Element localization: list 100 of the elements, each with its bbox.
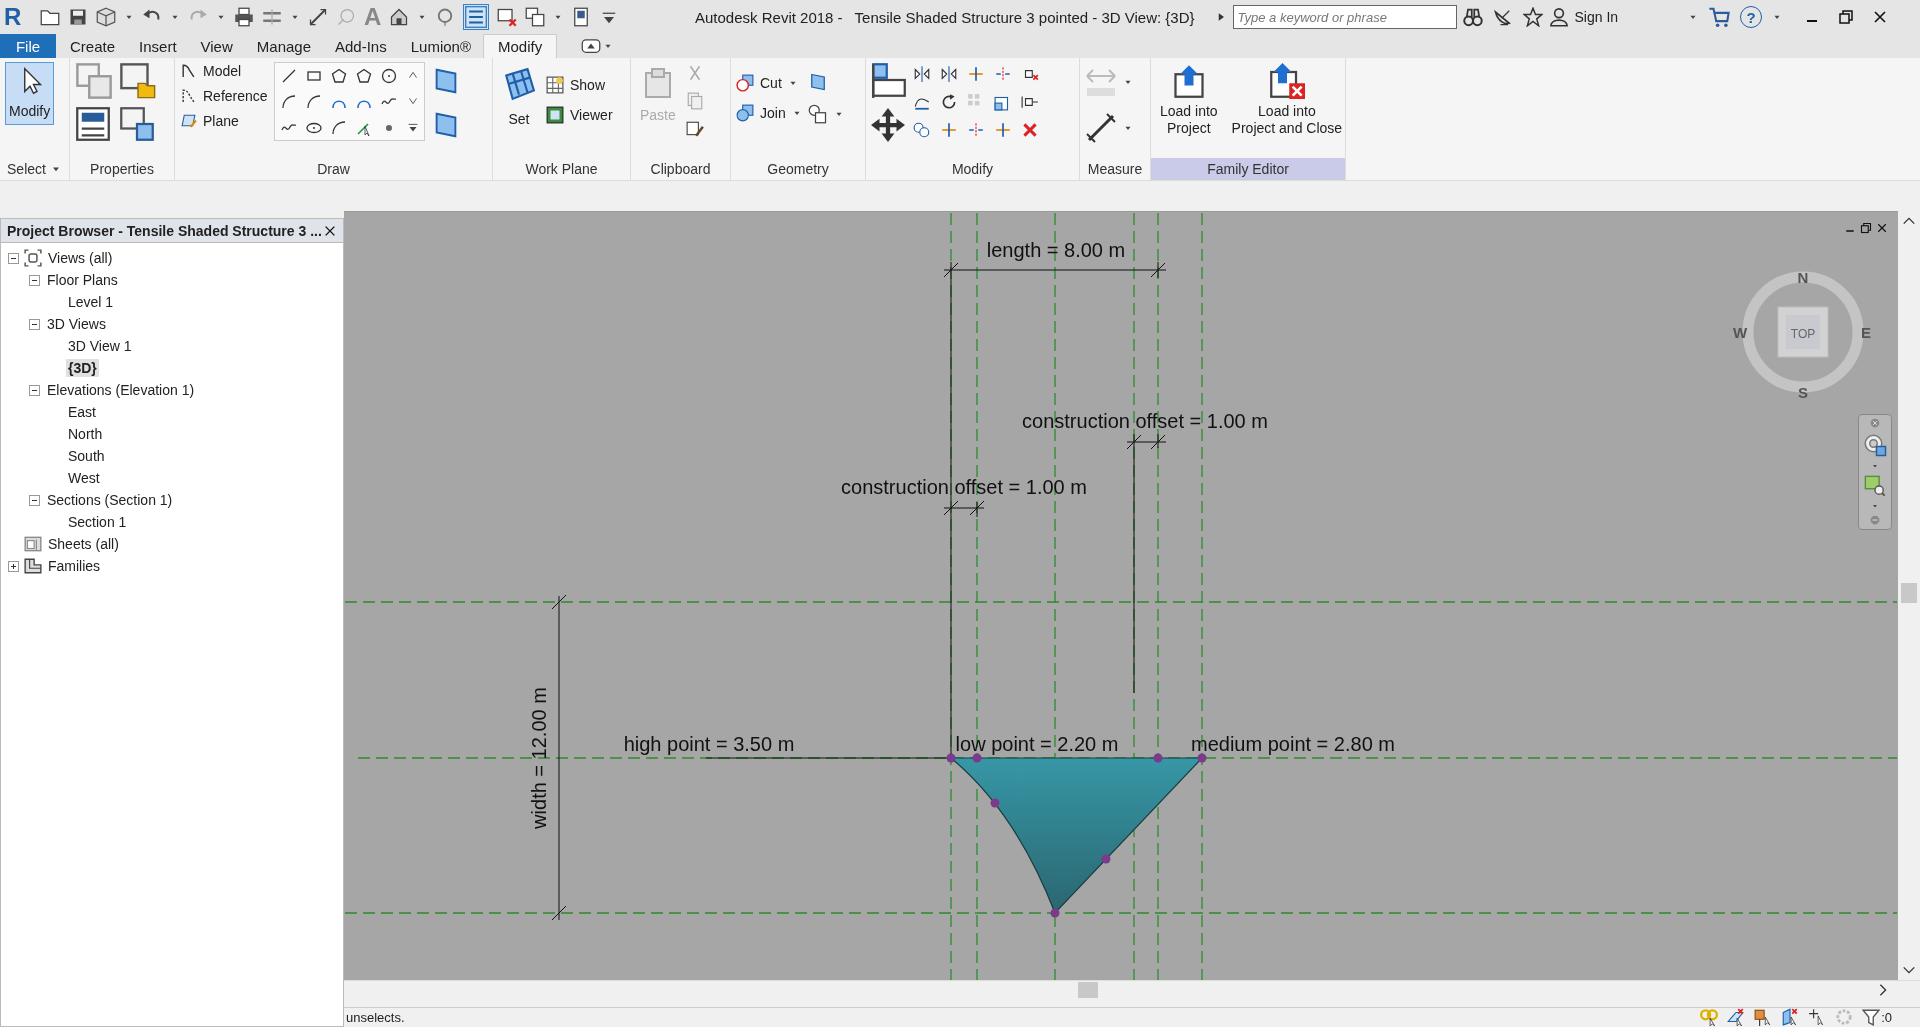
collapse-icon[interactable]: [28, 493, 41, 507]
circle-icon[interactable]: [380, 68, 397, 84]
workplane-button[interactable]: Viewer: [546, 106, 613, 124]
control-point[interactable]: [946, 753, 956, 763]
split-face-icon[interactable]: [807, 104, 828, 124]
switch-windows-icon[interactable]: [525, 7, 546, 27]
thin-lines-icon[interactable]: [463, 4, 490, 30]
select-underlay-icon[interactable]: [1727, 1008, 1746, 1027]
pick-line-icon[interactable]: [355, 120, 372, 136]
pentagon-icon[interactable]: [330, 68, 347, 84]
collapse-icon[interactable]: [28, 383, 41, 397]
move-icon[interactable]: [871, 108, 905, 142]
drawing-canvas[interactable]: length = 8.00 m construction offset = 1.00 m construction offset = 1.00 m width = 12.00 m high point = 3.50 m low point = 2.20 m medium point = 2.80 m N W TOP E S: [344, 211, 1898, 980]
caret-icon[interactable]: [1871, 462, 1879, 470]
tree-item[interactable]: Floor Plans: [45, 271, 120, 289]
delete-icon[interactable]: [1021, 121, 1039, 139]
workplane-button[interactable]: Show: [546, 76, 613, 94]
tree-item[interactable]: 3D Views: [45, 315, 108, 333]
tree-item[interactable]: Sheets (all): [46, 535, 121, 553]
pentagon-icon[interactable]: [355, 68, 372, 84]
dimension-line[interactable]: [1126, 433, 1167, 451]
tiles-icon[interactable]: [75, 62, 113, 100]
ellipse-icon[interactable]: [305, 120, 322, 136]
select-pinned-icon[interactable]: [1754, 1008, 1773, 1027]
arc-icon[interactable]: [330, 120, 347, 136]
collapse-icon[interactable]: [7, 251, 20, 265]
property-sheet-icon[interactable]: [75, 106, 111, 142]
geometry-button[interactable]: Cut: [736, 74, 782, 92]
control-point[interactable]: [990, 798, 1000, 808]
geometry-button[interactable]: Join: [736, 104, 786, 122]
viewcube-face[interactable]: TOP: [1777, 306, 1829, 358]
tree-item[interactable]: Families: [46, 557, 103, 575]
draw-tool-button[interactable]: Model: [180, 62, 268, 79]
scrollbar-thumb[interactable]: [1901, 583, 1917, 603]
split-icon[interactable]: [994, 65, 1012, 83]
search-field[interactable]: Type a keyword or phrase: [1232, 5, 1457, 29]
mirror-icon[interactable]: [940, 65, 958, 83]
ribbon-tab[interactable]: Add-Ins: [323, 34, 399, 58]
rectangle-icon[interactable]: [305, 68, 322, 84]
control-point[interactable]: [1050, 908, 1060, 918]
load-button[interactable]: Load into Project: [1156, 62, 1222, 142]
sign-in-button[interactable]: Sign In: [1548, 7, 1619, 27]
dimension-icon[interactable]: [308, 7, 328, 27]
tree-item[interactable]: Section 1: [66, 513, 129, 531]
ribbon-tab[interactable]: Modify: [482, 34, 558, 58]
select-face-icon[interactable]: [1781, 1008, 1800, 1027]
panel-toggle-icon[interactable]: [581, 36, 602, 56]
horizontal-scrollbar[interactable]: [344, 980, 1920, 999]
folder-icon[interactable]: [119, 62, 157, 100]
select-links-icon[interactable]: [1700, 1008, 1719, 1027]
scrollbar-thumb[interactable]: [1078, 982, 1098, 998]
line-icon[interactable]: [280, 68, 297, 84]
zoom-icon[interactable]: [1864, 475, 1886, 497]
window-icon[interactable]: [119, 106, 155, 142]
copy-icon[interactable]: [913, 121, 931, 139]
dimension-line[interactable]: [943, 500, 985, 518]
control-point[interactable]: [972, 753, 982, 763]
tree-item[interactable]: East: [66, 403, 98, 421]
arc-icon[interactable]: [305, 94, 322, 110]
trim-icon[interactable]: [967, 65, 985, 83]
house-icon[interactable]: [389, 7, 410, 27]
dimension-line[interactable]: [943, 261, 1167, 279]
filter-icon[interactable]: [1862, 1008, 1881, 1027]
cube-icon[interactable]: [96, 7, 116, 27]
arc-icon[interactable]: [280, 94, 297, 110]
file-tab[interactable]: File: [0, 34, 56, 58]
tree-item[interactable]: South: [66, 447, 107, 465]
split-icon[interactable]: [967, 121, 985, 139]
ribbon-tab[interactable]: Lumion®: [398, 34, 483, 58]
steering-wheel-icon[interactable]: [1863, 433, 1887, 457]
tree-item[interactable]: Views (all): [46, 249, 115, 267]
ribbon-tab[interactable]: Create: [58, 34, 128, 58]
control-point[interactable]: [1153, 753, 1163, 763]
trim-icon[interactable]: [940, 121, 958, 139]
tree-item[interactable]: West: [66, 469, 102, 487]
binoculars-icon[interactable]: [1462, 7, 1483, 27]
rotate-icon[interactable]: [940, 93, 958, 111]
draw-tool-button[interactable]: Plane: [180, 112, 268, 129]
restore-icon[interactable]: [1860, 222, 1872, 234]
satellite-dish-icon[interactable]: [1492, 7, 1513, 27]
tree-item[interactable]: Sections (Section 1): [45, 491, 175, 509]
draw-tool-button[interactable]: Reference: [180, 87, 268, 104]
mirror-icon[interactable]: [913, 65, 931, 83]
ribbon-tab[interactable]: Insert: [127, 34, 189, 58]
cart-icon[interactable]: [1708, 6, 1731, 28]
tree-item[interactable]: Level 1: [66, 293, 116, 311]
star-icon[interactable]: [1522, 7, 1543, 27]
align-icon[interactable]: [871, 62, 907, 98]
pin-icon[interactable]: [1021, 93, 1039, 111]
paintbrush-icon[interactable]: [685, 120, 704, 138]
tree-item[interactable]: {3D}: [66, 359, 99, 377]
load-button[interactable]: Load into Project and Close: [1227, 62, 1347, 142]
set-button[interactable]: Set: [498, 62, 540, 133]
caret-icon[interactable]: [1871, 502, 1879, 510]
expand-icon[interactable]: [7, 559, 20, 573]
tree-item[interactable]: Elevations (Elevation 1): [45, 381, 197, 399]
ribbon-tab[interactable]: Manage: [244, 34, 323, 58]
control-point[interactable]: [1197, 753, 1207, 763]
modify-button[interactable]: Modify: [5, 62, 55, 125]
close-windows-icon[interactable]: [497, 7, 518, 27]
